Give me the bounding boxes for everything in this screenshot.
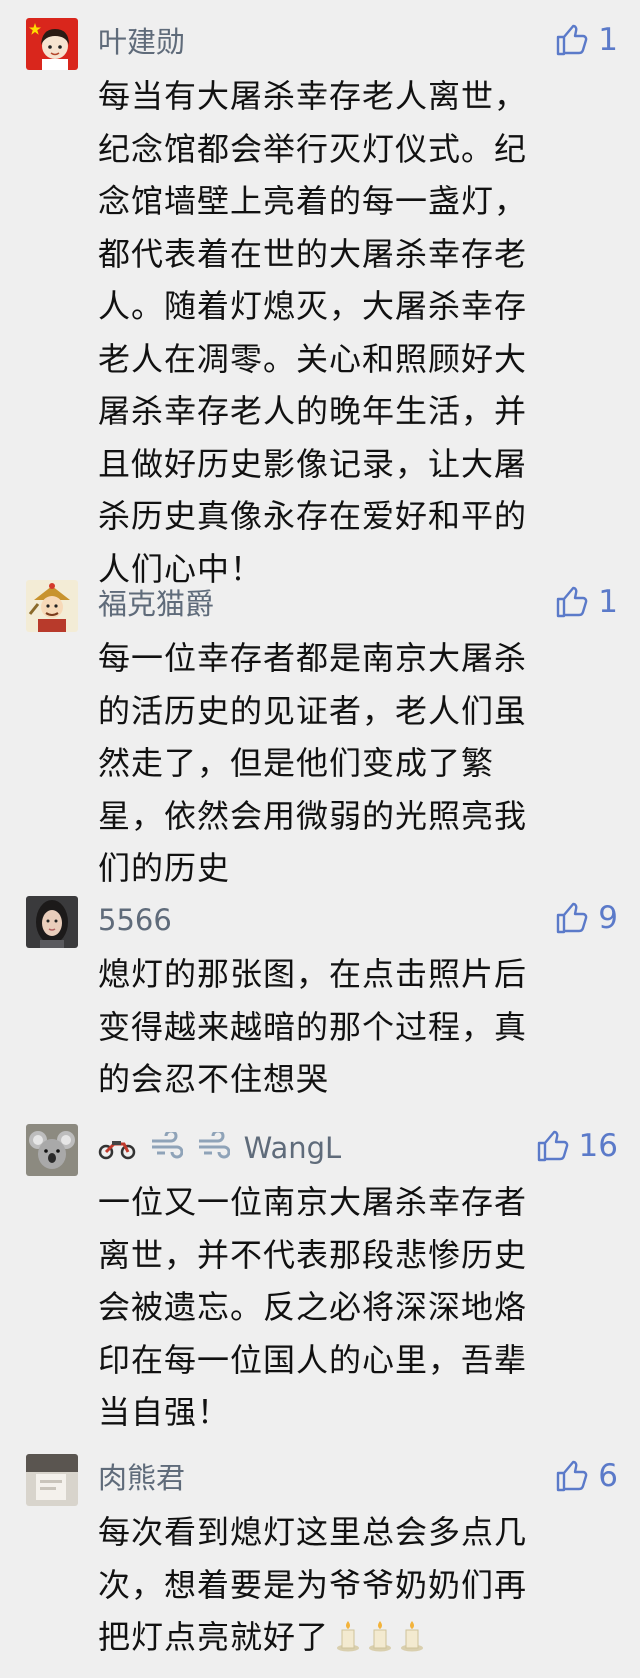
candle-icon <box>399 1615 425 1668</box>
comment-text: 每当有大屠杀幸存老人离世， 纪念馆都会举行灭灯仪式。纪 念馆墙壁上亮着的每一盏灯… <box>98 70 618 595</box>
comment-text-line: 星，依然会用微弱的光照亮我 <box>98 796 528 835</box>
comment-text: 熄灯的那张图，在点击照片后 变得越来越暗的那个过程，真 的会忍不住想哭 <box>98 948 618 1106</box>
koala-avatar[interactable] <box>26 1124 78 1176</box>
comment-text-line: 变得越来越暗的那个过程，真 <box>98 1007 528 1046</box>
like-button[interactable]: 1 <box>554 20 618 60</box>
candle-icon <box>367 1615 393 1668</box>
comment-text-line: 每次看到熄灯这里总会多点几 <box>98 1513 528 1551</box>
comment-text: 每一位幸存者都是南京大屠杀 的活历史的见证者，老人们虽 然走了，但是他们变成了繁… <box>98 632 618 895</box>
comment-text-line: 每一位幸存者都是南京大屠杀 <box>98 639 528 677</box>
motorcycle-icon <box>98 1130 136 1170</box>
comment-author[interactable]: WangL <box>98 1128 341 1170</box>
thumbs-up-icon <box>535 1128 571 1164</box>
like-count: 16 <box>578 1128 618 1164</box>
like-count: 6 <box>598 1458 618 1494</box>
comment-text-line: 会被遗忘。反之必将深深地烙 <box>98 1288 528 1326</box>
comment-text-line: 把灯点亮就好了 <box>98 1611 618 1668</box>
comment-author[interactable]: 5566 <box>98 900 172 940</box>
like-button[interactable]: 6 <box>554 1456 618 1496</box>
like-count: 1 <box>598 22 618 58</box>
author-name: WangL <box>243 1131 342 1165</box>
comment-text-line: 的活历史的见证者，老人们虽 <box>98 691 528 730</box>
comment-text-line: 熄灯的那张图，在点击照片后 <box>98 955 528 993</box>
dash-icon <box>149 1129 184 1170</box>
thumbs-up-icon <box>554 900 590 936</box>
comment-text-line: 次，想着要是为爷爷奶奶们再 <box>98 1565 528 1604</box>
dash-icon <box>196 1129 231 1170</box>
comment-text-line: 纪念馆都会举行灭灯仪式。纪 <box>98 129 528 168</box>
photo-avatar[interactable] <box>26 1454 78 1506</box>
comment-text-line: 一位又一位南京大屠杀幸存者 <box>98 1183 528 1221</box>
like-button[interactable]: 16 <box>535 1126 618 1166</box>
comment-text-line: 人。随着灯熄灭，大屠杀幸存 <box>98 287 528 325</box>
like-count: 9 <box>598 900 618 936</box>
comment-text: 一位又一位南京大屠杀幸存者 离世，并不代表那段悲惨历史 会被遗忘。反之必将深深地… <box>98 1176 618 1439</box>
comment-text-line: 离世，并不代表那段悲惨历史 <box>98 1235 528 1274</box>
comment-text: 每次看到熄灯这里总会多点几 次，想着要是为爷爷奶奶们再 把灯点亮就好了 <box>98 1506 618 1668</box>
comment-text-line: 每当有大屠杀幸存老人离世， <box>98 77 528 115</box>
thumbs-up-icon <box>554 584 590 620</box>
comment-text-line: 然走了，但是他们变成了繁 <box>98 744 495 782</box>
comment-author[interactable]: 叶建勋 <box>98 22 185 62</box>
thumbs-up-icon <box>554 1458 590 1494</box>
comment-author[interactable]: 福克猫爵 <box>98 584 214 624</box>
portrait-avatar[interactable] <box>26 896 78 948</box>
comment-text-line: 的会忍不住想哭 <box>98 1060 330 1098</box>
comment-text-segment: 把灯点亮就好了 <box>98 1618 330 1656</box>
chinese-flag-avatar[interactable] <box>26 18 78 70</box>
like-button[interactable]: 1 <box>554 582 618 622</box>
comment-text-line: 念馆墙壁上亮着的每一盏灯， <box>98 182 528 220</box>
comment-text-line: 老人在凋零。关心和照顾好大 <box>98 339 528 378</box>
like-count: 1 <box>598 584 618 620</box>
comment-text-line: 们的历史 <box>98 849 231 887</box>
comment-text-line: 印在每一位国人的心里，吾辈 <box>98 1340 528 1379</box>
thumbs-up-icon <box>554 22 590 58</box>
comment-text-line: 都代表着在世的大屠杀幸存老 <box>98 234 528 273</box>
comment-text-line: 当自强！ <box>98 1393 231 1431</box>
like-button[interactable]: 9 <box>554 898 618 938</box>
cartoon-general-avatar[interactable] <box>26 580 78 632</box>
comment-feed: 叶建勋 1 每当有大屠杀幸存老人离世， 纪念馆都会举行灭灯仪式。纪 念馆墙壁上亮… <box>0 0 640 1678</box>
comment-text-line: 屠杀幸存老人的晚年生活，并 <box>98 392 528 430</box>
comment-text-line: 且做好历史影像记录，让大屠 <box>98 444 528 483</box>
comment-author[interactable]: 肉熊君 <box>98 1458 185 1498</box>
candle-icon <box>335 1615 361 1668</box>
comment-text-line: 杀历史真像永存在爱好和平的 <box>98 497 528 535</box>
